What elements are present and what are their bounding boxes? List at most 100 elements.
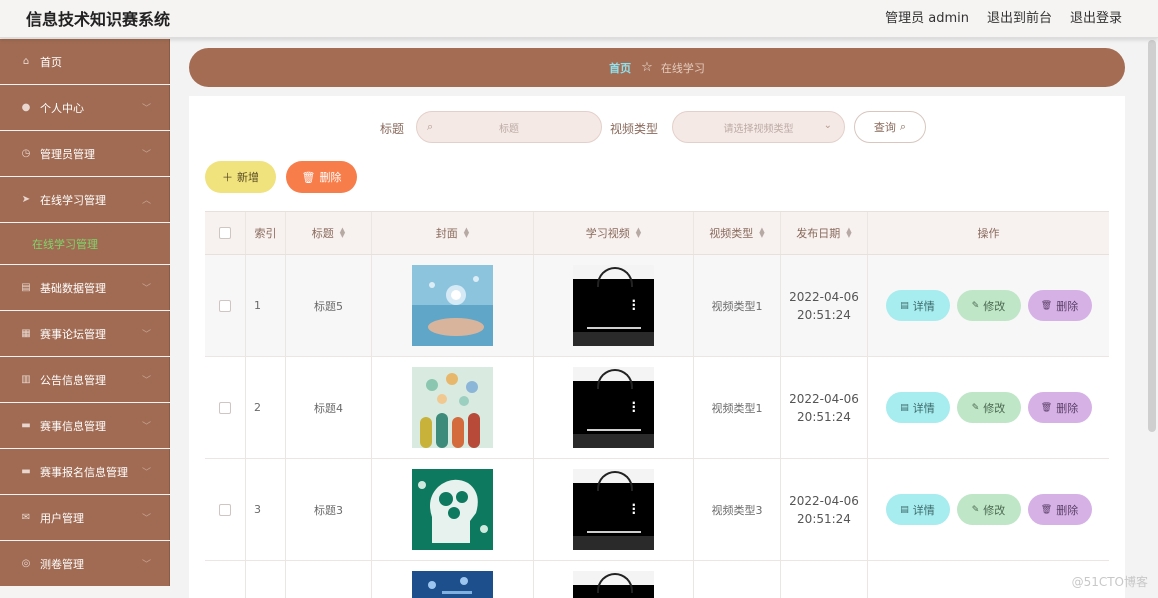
page-scrollbar[interactable] — [1148, 40, 1156, 432]
row-index: 3 — [246, 459, 286, 560]
edit-button[interactable]: ✎ 修改 — [956, 290, 1021, 321]
sidebar-item-personal-center[interactable]: ● 个人中心 ﹀ — [0, 85, 170, 130]
mail-icon: ✉ — [21, 512, 31, 523]
col-video-type-header[interactable]: 视频类型 ▲ ▼ — [694, 212, 781, 254]
table-row: 2 标题4 · · · 视频类型1 2022-04-06 20:51:24 ▤ … — [205, 357, 1109, 459]
row-video-type: 视频类型1 — [694, 255, 781, 356]
cover-image[interactable] — [412, 265, 493, 346]
row-checkbox[interactable] — [219, 299, 231, 312]
col-index-header: 索引 — [246, 212, 286, 254]
row-video-type: 视频类型3 — [694, 459, 781, 560]
row-checkbox[interactable] — [219, 503, 231, 516]
clipboard-icon: ▤ — [21, 282, 31, 293]
col-video-header[interactable]: 学习视频 ▲ ▼ — [534, 212, 694, 254]
edit-button[interactable]: ✎ 修改 — [956, 494, 1021, 525]
exit-to-front-link[interactable]: 退出到前台 — [987, 7, 1052, 26]
edit-icon: ✎ — [971, 504, 980, 515]
video-thumbnail[interactable]: · · · — [573, 265, 654, 346]
detail-button[interactable]: ▤ 详情 — [885, 392, 950, 423]
sidebar-item-label: 个人中心 — [40, 101, 84, 115]
edit-button[interactable]: ✎ 修改 — [956, 392, 1021, 423]
sort-icon: ▲ ▼ — [759, 226, 765, 239]
breadcrumb-home[interactable]: 首页 — [609, 60, 631, 76]
sidebar-item-online-learning[interactable]: ➤ 在线学习管理 ︿ — [0, 177, 170, 222]
delete-button[interactable]: 🗑 删除 — [1027, 290, 1092, 321]
row-title: 标题3 — [286, 459, 372, 560]
monitor-icon: ▬ — [21, 466, 31, 477]
row-title: 标题5 — [286, 255, 372, 356]
main-panel: 标题 ⌕ 标题 视频类型 请选择视频类型 ⌄ 查询 ⌕ ＋ 新增 🗑 删除 索引… — [189, 96, 1125, 598]
detail-button[interactable]: ▤ 详情 — [885, 290, 950, 321]
app-title: 信息技术知识赛系统 — [26, 10, 171, 29]
sidebar-item-notice[interactable]: ▥ 公告信息管理 ﹀ — [0, 357, 170, 402]
trash-icon: 🗑 — [1040, 300, 1053, 311]
document-icon: ▤ — [900, 504, 909, 515]
video-thumbnail[interactable] — [573, 571, 654, 598]
chevron-down-icon: ﹀ — [141, 376, 151, 386]
add-button[interactable]: ＋ 新增 — [205, 161, 276, 193]
select-all-checkbox[interactable] — [219, 227, 231, 239]
edit-icon: ✎ — [971, 402, 980, 413]
sidebar-item-user-management[interactable]: ✉ 用户管理 ﹀ — [0, 495, 170, 540]
col-title-header[interactable]: 标题 ▲ ▼ — [286, 212, 372, 254]
sidebar-subitem-online-learning[interactable]: 在线学习管理 — [0, 223, 170, 264]
compass-icon: ◎ — [21, 558, 31, 569]
row-time: 20:51:24 — [797, 409, 851, 424]
cover-image[interactable] — [412, 367, 493, 448]
delete-button[interactable]: 🗑 删除 — [1027, 392, 1092, 423]
row-time: 20:51:24 — [797, 307, 851, 322]
admin-user-label: 管理员 admin — [885, 11, 969, 26]
batch-delete-button[interactable]: 🗑 删除 — [286, 161, 357, 193]
video-thumbnail[interactable]: · · · — [573, 469, 654, 550]
query-button[interactable]: 查询 ⌕ — [854, 111, 926, 143]
more-icon: · · · — [631, 294, 636, 316]
top-bar: 信息技术知识赛系统 管理员 admin 退出到前台 退出登录 — [0, 0, 1158, 38]
sidebar-item-home[interactable]: ⌂ 首页 — [0, 39, 170, 84]
row-video-type: 视频类型1 — [694, 357, 781, 458]
sidebar-item-paper-management[interactable]: ◎ 测卷管理 ﹀ — [0, 541, 170, 586]
sidebar-item-admin-management[interactable]: ◷ 管理员管理 ﹀ — [0, 131, 170, 176]
col-date-header[interactable]: 发布日期 ▲ ▼ — [781, 212, 868, 254]
row-date: 2022-04-06 — [789, 391, 859, 406]
grid-icon: ▦ — [21, 328, 31, 339]
sidebar-item-label: 用户管理 — [40, 511, 84, 525]
table-row: 1 标题5 · · · 视频类型1 2022-04-06 20:51:24 ▤ … — [205, 255, 1109, 357]
chevron-down-icon: ﹀ — [141, 422, 151, 432]
sidebar-item-label: 赛事信息管理 — [40, 419, 106, 433]
sidebar-item-event-info[interactable]: ▬ 赛事信息管理 ﹀ — [0, 403, 170, 448]
title-search-input[interactable]: ⌕ 标题 — [416, 111, 602, 143]
sidebar-item-forum[interactable]: ▦ 赛事论坛管理 ﹀ — [0, 311, 170, 356]
sidebar-item-label: 基础数据管理 — [40, 281, 106, 295]
title-search-label: 标题 — [380, 122, 405, 136]
row-date: 2022-04-06 — [789, 289, 859, 304]
trash-icon: 🗑 — [1040, 402, 1053, 413]
trash-icon: 🗑 — [1040, 504, 1053, 515]
cover-image[interactable] — [412, 571, 493, 598]
sort-icon: ▲ ▼ — [846, 226, 852, 239]
plus-icon: ＋ — [222, 171, 233, 184]
col-cover-header[interactable]: 封面 ▲ ▼ — [372, 212, 534, 254]
star-icon: ☆ — [641, 60, 653, 75]
delete-button[interactable]: 🗑 删除 — [1027, 494, 1092, 525]
chevron-down-icon: ﹀ — [141, 150, 151, 160]
table-header: 索引 标题 ▲ ▼ 封面 ▲ ▼ 学习视频 ▲ ▼ 视频类型 ▲ ▼ 发布日期 ▲ ▼ 操作 — [205, 211, 1109, 255]
sidebar-item-label: 在线学习管理 — [40, 193, 106, 207]
video-type-select[interactable]: 请选择视频类型 ⌄ — [672, 111, 845, 143]
sidebar-item-label: 赛事论坛管理 — [40, 327, 106, 341]
chevron-down-icon: ﹀ — [141, 560, 151, 570]
row-index: 2 — [246, 357, 286, 458]
more-icon: · · · — [631, 498, 636, 520]
sidebar-item-basic-data[interactable]: ▤ 基础数据管理 ﹀ — [0, 265, 170, 310]
cover-image[interactable] — [412, 469, 493, 550]
row-time: 20:51:24 — [797, 511, 851, 526]
logout-link[interactable]: 退出登录 — [1070, 7, 1122, 26]
query-button-label: 查询 — [873, 121, 896, 134]
table-row: 3 标题3 · · · 视频类型3 2022-04-06 20:51:24 ▤ … — [205, 459, 1109, 561]
sidebar-item-event-registration[interactable]: ▬ 赛事报名信息管理 ﹀ — [0, 449, 170, 494]
detail-button[interactable]: ▤ 详情 — [885, 494, 950, 525]
row-checkbox[interactable] — [219, 401, 231, 414]
more-icon: · · · — [631, 396, 636, 418]
video-type-label: 视频类型 — [610, 122, 659, 136]
title-search-placeholder: 标题 — [499, 123, 519, 135]
video-thumbnail[interactable]: · · · — [573, 367, 654, 448]
